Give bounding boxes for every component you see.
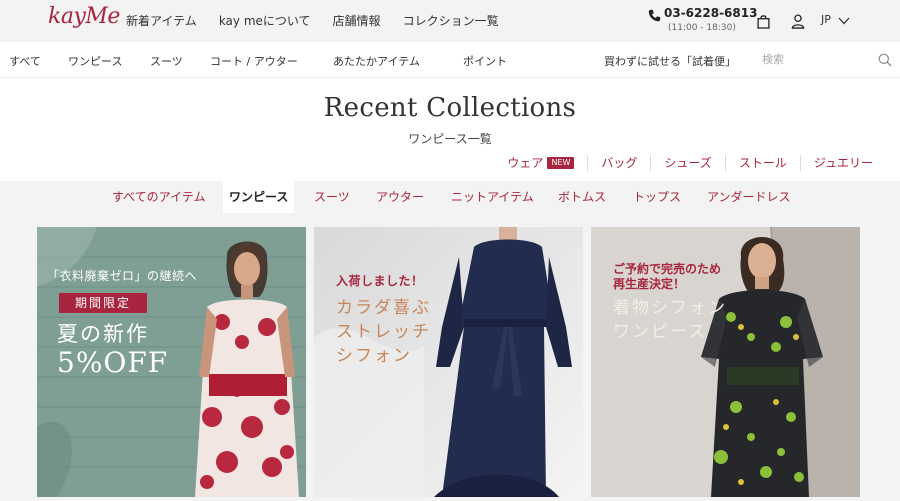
subnav-suits[interactable]: スーツ xyxy=(150,53,183,69)
page-subtitle: ワンピース一覧 xyxy=(408,132,492,146)
card2-tagline: 入荷しました！ xyxy=(336,274,424,288)
language-selector[interactable]: JP xyxy=(821,13,831,26)
search-icon[interactable] xyxy=(878,53,892,67)
card2-line2: ストレッチ xyxy=(336,322,431,342)
collection-grid: 「衣料廃棄ゼロ」の継続へ 期間限定 夏の新作 5%OFF 入荷しました！ カラダ… xyxy=(0,213,900,501)
tab-knit-items[interactable]: ニットアイテム xyxy=(445,181,540,213)
tab-bottoms[interactable]: ボトムス xyxy=(552,181,612,213)
nav-collections[interactable]: コレクション一覧 xyxy=(403,12,499,29)
collection-card-summer-sale[interactable]: 「衣料廃棄ゼロ」の継続へ 期間限定 夏の新作 5%OFF xyxy=(37,227,306,497)
phone-number: 03-6228-6813 xyxy=(664,6,758,20)
card1-limited-badge: 期間限定 xyxy=(59,293,147,313)
subnav-points[interactable]: ポイント xyxy=(463,53,507,69)
nav-new-items[interactable]: 新着アイテム xyxy=(126,12,197,29)
subnav-warm-items[interactable]: あたたかアイテム xyxy=(333,53,420,69)
top-header: kayMe 新着アイテム kay meについて 店舗情報 コレクション一覧 03… xyxy=(0,0,900,42)
category-wear-label: ウェア xyxy=(507,156,544,170)
subnav-trial-delivery[interactable]: 買わずに試せる「試着便」 xyxy=(604,53,736,69)
card3-tagline2: 再生産決定！ xyxy=(613,277,686,291)
subnav-onepiece[interactable]: ワンピース xyxy=(68,53,122,69)
subnav-all[interactable]: すべて xyxy=(9,53,41,69)
category-stoles[interactable]: ストール xyxy=(724,155,800,171)
subnav-coat-outer[interactable]: コート / アウター xyxy=(210,53,298,69)
nav-stores[interactable]: 店舗情報 xyxy=(333,12,381,29)
category-jewelry[interactable]: ジュエリー xyxy=(799,155,886,171)
chevron-down-icon[interactable] xyxy=(838,17,850,25)
card1-tagline: 「衣料廃棄ゼロ」の継続へ xyxy=(47,269,198,283)
top-nav: 新着アイテム kay meについて 店舗情報 コレクション一覧 xyxy=(126,12,521,29)
brand-logo[interactable]: kayMe xyxy=(48,4,120,29)
shopping-bag-icon[interactable] xyxy=(757,14,770,29)
tab-onepiece[interactable]: ワンピース xyxy=(223,181,295,213)
tab-tops[interactable]: トップス xyxy=(627,181,687,213)
page-title: Recent Collections xyxy=(323,93,577,123)
card1-discount: 5%OFF xyxy=(57,346,169,379)
tab-all-items[interactable]: すべてのアイテム xyxy=(106,181,211,213)
card2-line3: シフォン xyxy=(336,346,412,366)
category-bags[interactable]: バッグ xyxy=(587,155,650,171)
phone-hours: (11:00 - 18:30) xyxy=(668,23,736,33)
item-tabs: すべてのアイテム ワンピース スーツ アウター ニットアイテム ボトムス トップ… xyxy=(0,181,900,213)
category-wear[interactable]: ウェア NEW xyxy=(494,155,587,171)
category-links: ウェア NEW バッグ シューズ ストール ジュエリー xyxy=(494,155,886,171)
collection-card-kimono-chiffon[interactable]: ご予約で完売のため 再生産決定！ 着物シフォン ワンピース xyxy=(591,227,860,497)
collection-card-stretch-chiffon[interactable]: 入荷しました！ カラダ喜ぶ ストレッチ シフォン xyxy=(314,227,583,497)
search-input[interactable] xyxy=(756,48,876,72)
tab-underdress[interactable]: アンダードレス xyxy=(701,181,797,213)
phone-icon xyxy=(648,9,661,22)
card3-line1: 着物シフォン xyxy=(613,298,727,318)
category-shoes[interactable]: シューズ xyxy=(650,155,724,171)
card1-headline: 夏の新作 xyxy=(57,322,149,346)
card3-line2: ワンピース xyxy=(613,322,708,342)
user-account-icon[interactable] xyxy=(791,14,805,29)
tab-suits[interactable]: スーツ xyxy=(308,181,356,213)
nav-about[interactable]: kay meについて xyxy=(219,12,311,29)
tab-outer[interactable]: アウター xyxy=(370,181,430,213)
new-badge: NEW xyxy=(547,157,575,169)
card2-line1: カラダ喜ぶ xyxy=(336,298,431,318)
